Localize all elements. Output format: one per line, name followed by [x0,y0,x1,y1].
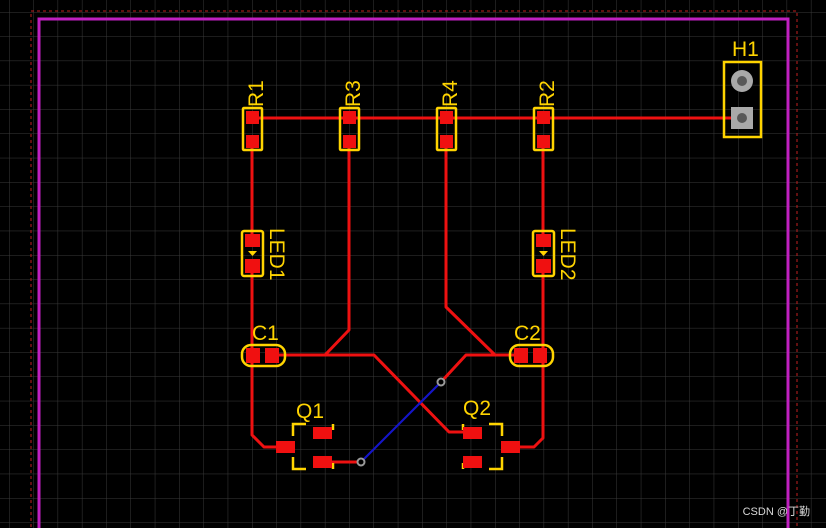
r2-designator: R2 [536,80,559,107]
led2-designator: LED2 [556,228,579,281]
grid [0,0,826,528]
r4-designator: R4 [439,80,462,107]
c2-designator: C2 [514,322,541,345]
r3-designator: R3 [342,80,365,107]
h1-designator: H1 [732,38,759,61]
via[interactable] [356,457,366,467]
pcb-canvas[interactable]: R1 R3 R4 R2 LED1 LED2 C1 C2 Q1 Q2 H1 [0,0,826,528]
via[interactable] [436,377,446,387]
c1-designator: C1 [252,322,279,345]
r1-designator: R1 [245,80,268,107]
q1-designator: Q1 [296,400,324,423]
led1-designator: LED1 [265,228,288,281]
q2-designator: Q2 [463,397,491,420]
watermark: CSDN @丁勤 [742,506,810,518]
